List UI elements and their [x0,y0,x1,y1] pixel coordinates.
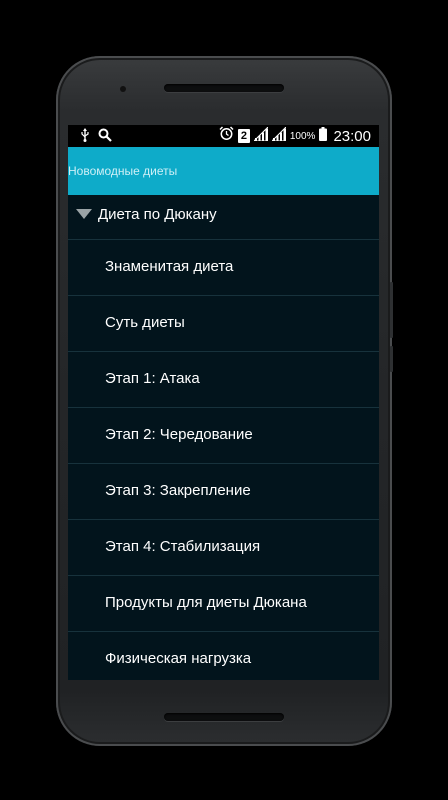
status-bar-right: 2 100% 23:00 [219,125,371,146]
proximity-sensor [120,86,126,92]
list-item-label: Этап 2: Чередование [105,426,253,443]
list-item[interactable]: Этап 4: Стабилизация [68,520,379,576]
list-item-label: Этап 3: Закрепление [105,482,251,499]
list-item-label: Суть диеты [105,314,185,331]
expandable-list: Диета по Дюкану Знаменитая диета Суть ди… [68,195,379,680]
usb-icon [80,128,90,147]
earpiece-speaker [164,84,284,92]
app-title: Новомодные диеты [68,164,178,178]
list-item-label: Этап 1: Атака [105,370,200,387]
list-item-label: Физическая нагрузка [105,650,252,667]
signal-icon [252,125,269,146]
list-item[interactable]: Суть диеты [68,296,379,352]
triangle-down-icon [76,209,92,219]
list-group-header[interactable]: Диета по Дюкану [68,195,379,240]
list-item[interactable]: Этап 3: Закрепление [68,464,379,520]
app-bar: Новомодные диеты [68,147,379,195]
status-bar-left [80,128,112,147]
list-group-label: Диета по Дюкану [98,206,217,223]
battery-percent: 100% [289,130,316,142]
signal-icon [270,125,287,146]
volume-button [390,282,393,338]
list-item[interactable]: Физическая нагрузка [68,632,379,680]
list-item[interactable]: Продукты для диеты Дюкана [68,576,379,632]
list-item[interactable]: Знаменитая диета [68,240,379,296]
battery-icon [319,126,328,146]
list-item[interactable]: Этап 2: Чередование [68,408,379,464]
list-item-label: Этап 4: Стабилизация [105,538,261,555]
list-item-label: Продукты для диеты Дюкана [105,594,307,611]
sim-2-icon: 2 [237,129,250,143]
bottom-speaker [164,713,284,721]
list-item-label: Знаменитая диета [105,258,234,275]
screen: 2 100% 23:00 Новомодные диеты Диета по Д… [68,125,379,680]
search-icon [98,128,112,147]
clock: 23:00 [333,127,371,145]
status-bar: 2 100% 23:00 [68,125,379,147]
power-button [390,346,393,372]
alarm-icon [219,126,234,146]
list-item[interactable]: Этап 1: Атака [68,352,379,408]
